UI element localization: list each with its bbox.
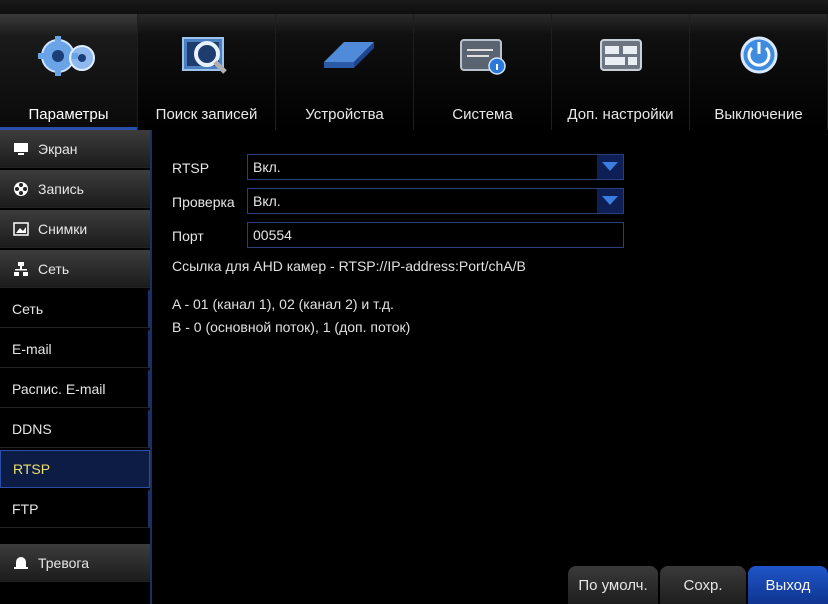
snapshot-icon bbox=[12, 221, 30, 237]
network-icon bbox=[12, 261, 30, 277]
tab-label: Параметры bbox=[28, 106, 109, 123]
sidebar-item-label: Снимки bbox=[38, 220, 88, 237]
tab-system[interactable]: Система bbox=[414, 14, 552, 130]
rtsp-settings-panel: RTSP Вкл. Проверка Вкл. Порт 00554 Ссылк… bbox=[150, 130, 828, 604]
advanced-settings-icon bbox=[552, 32, 689, 78]
port-input-value: 00554 bbox=[253, 227, 292, 243]
port-label: Порт bbox=[172, 228, 204, 244]
tab-devices[interactable]: Устройства bbox=[276, 14, 414, 130]
rtsp-link-note: Ссылка для AHD камер - RTSP://IP-address… bbox=[172, 258, 526, 274]
rtsp-select[interactable]: Вкл. bbox=[247, 154, 624, 180]
hard-drive-icon bbox=[276, 32, 413, 78]
stream-note: B - 0 (основной поток), 1 (доп. поток) bbox=[172, 319, 411, 335]
rtsp-select-value: Вкл. bbox=[253, 159, 281, 175]
chevron-down-icon[interactable] bbox=[597, 189, 623, 213]
tab-record-search[interactable]: Поиск записей bbox=[138, 14, 276, 130]
sidebar-item-label: Тревога bbox=[38, 554, 89, 571]
sidebar-item-label: DDNS bbox=[12, 420, 52, 437]
sidebar-item-label: Экран bbox=[38, 140, 78, 157]
system-info-icon bbox=[414, 32, 551, 78]
sidebar-item-label: Сеть bbox=[38, 260, 70, 277]
tab-label: Устройства bbox=[305, 106, 384, 123]
rtsp-label: RTSP bbox=[172, 160, 210, 176]
gears-icon bbox=[0, 32, 137, 78]
bell-icon bbox=[12, 555, 30, 571]
sidebar-item-label: Сеть bbox=[12, 300, 44, 317]
port-input[interactable]: 00554 bbox=[247, 222, 624, 248]
sidebar-item-email[interactable]: E-mail bbox=[0, 330, 150, 368]
sidebar-item-label: E-mail bbox=[12, 340, 52, 357]
tab-label: Система bbox=[452, 106, 513, 123]
sidebar-item-network-sub[interactable]: Сеть bbox=[0, 290, 150, 328]
sidebar-item-ftp[interactable]: FTP bbox=[0, 490, 150, 528]
tab-parameters[interactable]: Параметры bbox=[0, 14, 138, 130]
sidebar-item-ddns[interactable]: DDNS bbox=[0, 410, 150, 448]
magnifier-film-icon bbox=[138, 32, 275, 78]
sidebar-item-snapshots[interactable]: Снимки bbox=[0, 210, 150, 248]
sidebar-item-label: Запись bbox=[38, 180, 84, 197]
chevron-down-icon[interactable] bbox=[597, 155, 623, 179]
monitor-icon bbox=[12, 141, 30, 157]
auth-label: Проверка bbox=[172, 194, 235, 210]
sidebar-item-label: FTP bbox=[12, 500, 39, 517]
save-button[interactable]: Сохр. bbox=[660, 566, 746, 604]
sidebar-item-screen[interactable]: Экран bbox=[0, 130, 150, 168]
sidebar-item-label: Распис. E-mail bbox=[12, 380, 106, 397]
tab-label: Выключение bbox=[714, 106, 803, 123]
tab-label: Доп. настройки bbox=[567, 106, 674, 123]
tab-label: Поиск записей bbox=[155, 106, 258, 123]
channel-note: A - 01 (канал 1), 02 (канал 2) и т.д. bbox=[172, 296, 394, 312]
auth-select-value: Вкл. bbox=[253, 193, 281, 209]
film-reel-icon bbox=[12, 181, 30, 197]
default-button[interactable]: По умолч. bbox=[568, 566, 658, 604]
tab-advanced-settings[interactable]: Доп. настройки bbox=[552, 14, 690, 130]
sidebar-item-email-schedule[interactable]: Распис. E-mail bbox=[0, 370, 150, 408]
sidebar: Экран Запись Снимки Сеть Сеть E-mail Рас… bbox=[0, 130, 150, 604]
auth-select[interactable]: Вкл. bbox=[247, 188, 624, 214]
top-tab-bar: Параметры Поиск записей Устройства Систе… bbox=[0, 0, 828, 130]
sidebar-item-alarm[interactable]: Тревога bbox=[0, 544, 150, 582]
sidebar-item-network[interactable]: Сеть bbox=[0, 250, 150, 288]
sidebar-item-record[interactable]: Запись bbox=[0, 170, 150, 208]
exit-button[interactable]: Выход bbox=[748, 566, 828, 604]
sidebar-item-label: RTSP bbox=[13, 461, 51, 477]
tab-shutdown[interactable]: Выключение bbox=[690, 14, 828, 130]
sidebar-item-rtsp[interactable]: RTSP bbox=[0, 450, 150, 488]
power-icon bbox=[690, 32, 827, 78]
